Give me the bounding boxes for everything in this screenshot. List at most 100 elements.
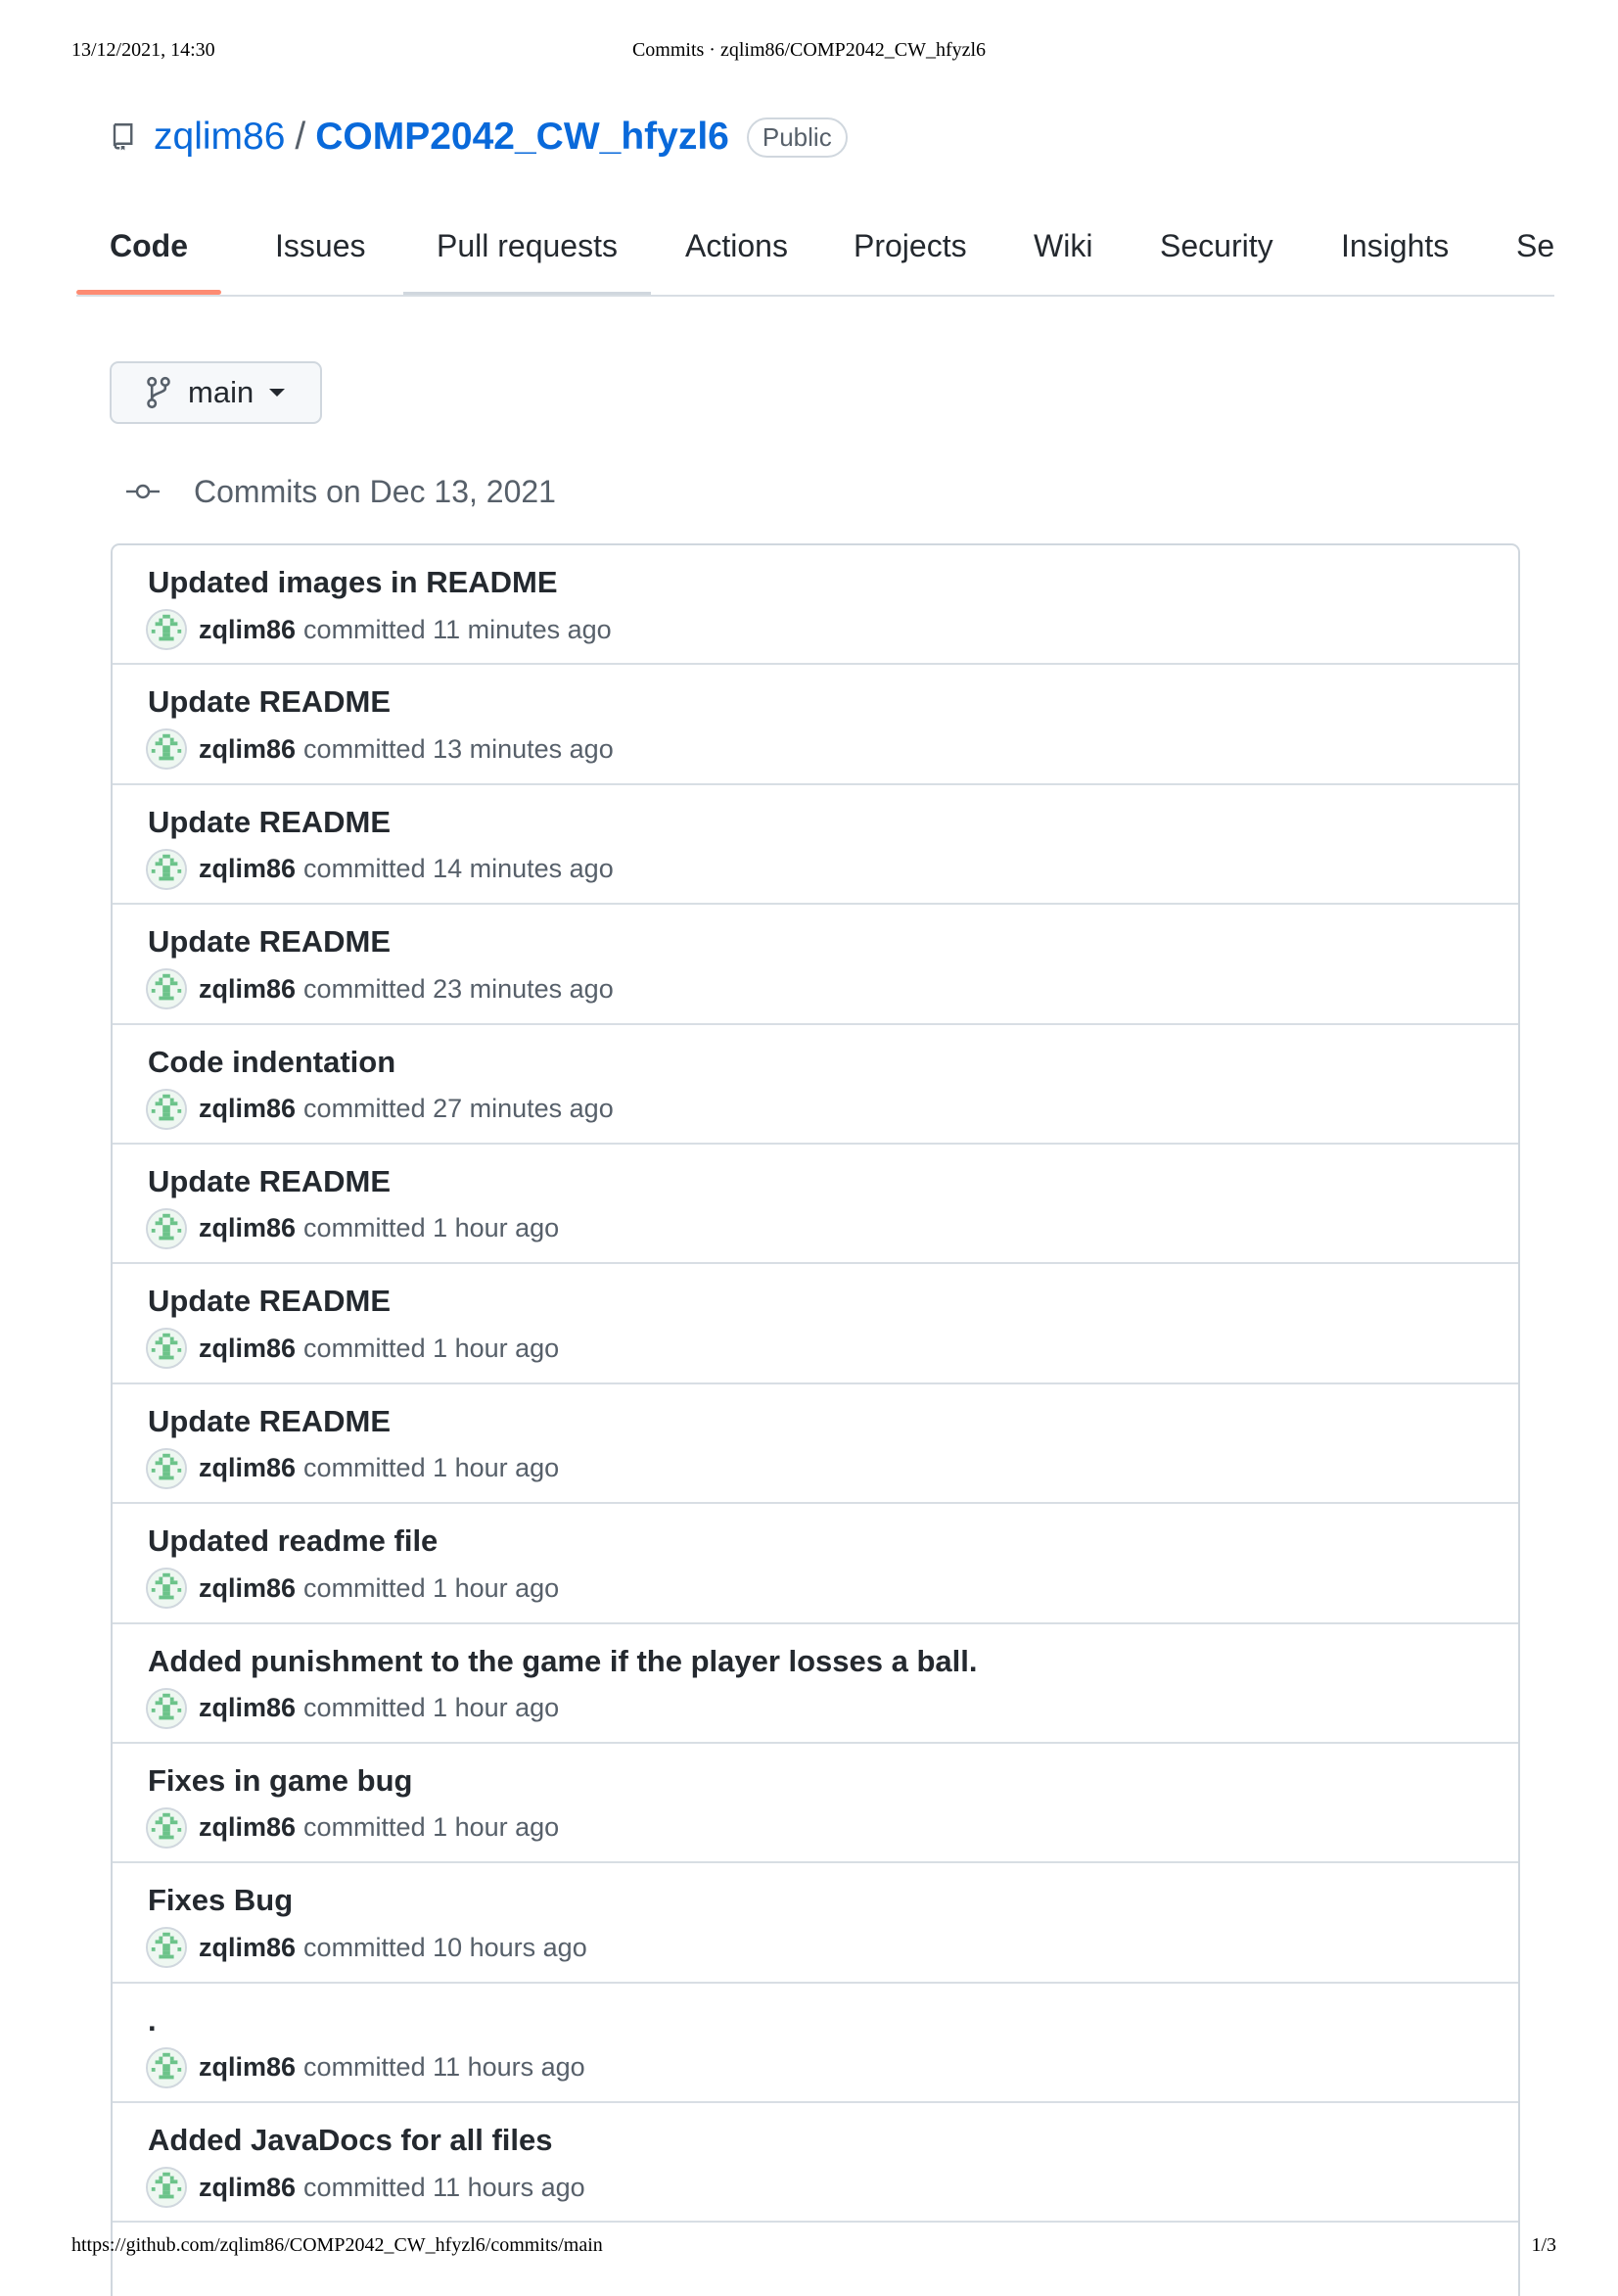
tab-wiki[interactable]: Wiki — [1000, 211, 1126, 281]
commit-author-link[interactable]: zqlim86 — [199, 2173, 296, 2203]
commit-author-link[interactable]: zqlim86 — [199, 1213, 296, 1243]
tab-projects[interactable]: Projects — [820, 211, 1000, 281]
commit-meta: zqlim86 committed 1 hour ago — [146, 1207, 559, 1250]
commit-title-link[interactable]: Update README — [148, 924, 391, 960]
commit-row: Update README zqlim86 committed 1 hour ago — [113, 1264, 1518, 1384]
commit-time-text: committed 1 hour ago — [303, 1693, 560, 1723]
commit-time-text: committed 11 hours ago — [303, 2172, 585, 2202]
commit-row: Update README zqlim86 committed 1 hour ago — [113, 1384, 1518, 1505]
commit-title-link[interactable]: Update README — [148, 1404, 391, 1439]
commit-meta: zqlim86 committed 1 hour ago — [146, 1447, 559, 1490]
commit-row: Fixes in game bug zqlim86 committed 1 hour… — [113, 1744, 1518, 1864]
commit-meta: zqlim86 committed 11 minutes ago — [146, 608, 612, 651]
commit-title-link[interactable]: Update README — [148, 684, 391, 720]
commit-meta: zqlim86 committed 27 minutes ago — [146, 1088, 614, 1131]
repo-nav-tabs: Code Issues Pull requests Actions Projec… — [76, 211, 1618, 297]
commit-author-link[interactable]: zqlim86 — [199, 1573, 296, 1604]
commit-author-link[interactable]: zqlim86 — [199, 1453, 296, 1483]
commit-meta: zqlim86 committed 10 hours ago — [146, 1926, 587, 1969]
commit-title-link[interactable]: Fixes Bug — [148, 1883, 293, 1918]
avatar[interactable] — [146, 1207, 187, 1249]
commit-time-text: committed 1 hour ago — [303, 1213, 560, 1243]
commit-title-link[interactable]: Fixes in game bug — [148, 1763, 412, 1799]
commit-title-link[interactable]: Added JavaDocs for all files — [148, 2123, 552, 2158]
commit-row: Added JavaDocs for all files zqlim86 commi… — [113, 2103, 1518, 2224]
branch-select-button[interactable]: main — [110, 361, 322, 424]
commit-time-text: committed 10 hours ago — [303, 1932, 587, 1962]
avatar[interactable] — [146, 728, 187, 771]
commit-author-link[interactable]: zqlim86 — [199, 1812, 296, 1843]
avatar[interactable] — [146, 609, 187, 650]
avatar[interactable] — [146, 1447, 187, 1489]
commit-time-text: committed 1 hour ago — [303, 1812, 560, 1843]
commit-meta: zqlim86 committed 13 minutes ago — [146, 727, 614, 771]
commit-title-link[interactable]: Updated images in README — [148, 565, 558, 600]
commit-list: Updated images in README zqlim86 committed… — [111, 543, 1520, 2296]
commit-author-link[interactable]: zqlim86 — [199, 615, 296, 645]
avatar[interactable] — [146, 1806, 187, 1849]
commit-title-link[interactable]: Code indentation — [148, 1045, 395, 1080]
commit-author-link[interactable]: zqlim86 — [199, 974, 296, 1005]
commit-time-text: committed 11 hours ago — [303, 2052, 585, 2083]
tab-pull-requests[interactable]: Pull requests — [403, 211, 651, 295]
git-branch-icon — [147, 376, 170, 409]
commit-meta: zqlim86 committed 11 hours ago — [146, 2046, 585, 2089]
commit-time-text: committed 14 minutes ago — [303, 854, 614, 884]
commit-meta: zqlim86 committed 1 hour ago — [146, 1687, 559, 1730]
commit-row: Update README zqlim86 committed 13 minutes… — [113, 665, 1518, 785]
commit-row: Code indentation zqlim86 committed 27 minu… — [113, 1025, 1518, 1145]
avatar[interactable] — [146, 2046, 187, 2088]
commit-time-text: committed 11 minutes ago — [303, 614, 612, 644]
commit-author-link[interactable]: zqlim86 — [199, 1933, 296, 1963]
commit-title-link[interactable]: Updated readme file — [148, 1523, 438, 1559]
commit-row: Updated images in README zqlim86 committed… — [113, 545, 1518, 666]
avatar[interactable] — [146, 1088, 187, 1130]
repo-icon — [113, 123, 133, 151]
commit-title-link[interactable]: . — [148, 2003, 157, 2038]
repo-name-link[interactable]: COMP2042_CW_hfyzl6 — [315, 116, 729, 159]
commit-meta: zqlim86 committed 1 hour ago — [146, 1327, 559, 1370]
commit-title-link[interactable]: Update README — [148, 805, 391, 840]
repo-separator: / — [295, 116, 306, 158]
avatar[interactable] — [146, 1927, 187, 1969]
print-page-title: Commits · zqlim86/COMP2042_CW_hfyzl6 — [631, 39, 987, 61]
tab-issues[interactable]: Issues — [242, 211, 398, 281]
commits-date-heading: Commits on Dec 13, 2021 — [125, 468, 556, 515]
commit-meta: zqlim86 committed 14 minutes ago — [146, 848, 614, 891]
commit-row: Updated readme file zqlim86 committed 1 ho… — [113, 1504, 1518, 1624]
commit-author-link[interactable]: zqlim86 — [199, 2052, 296, 2083]
avatar[interactable] — [146, 848, 187, 890]
tab-actions[interactable]: Actions — [652, 211, 821, 281]
tab-insights[interactable]: Insights — [1308, 211, 1482, 281]
tab-code[interactable]: Code — [76, 211, 221, 295]
commit-meta: zqlim86 committed 23 minutes ago — [146, 967, 614, 1010]
commits-date-label: Commits on Dec 13, 2021 — [194, 473, 556, 509]
commit-row: . zqlim86 committed 11 hours ago — [113, 1984, 1518, 2104]
repo-owner-link[interactable]: zqlim86 — [154, 116, 285, 159]
tabs-overflow-clip — [1554, 211, 1618, 295]
repo-header: zqlim86 / COMP2042_CW_hfyzl6 Public — [111, 110, 848, 164]
avatar[interactable] — [146, 2167, 187, 2209]
commit-time-text: committed 23 minutes ago — [303, 973, 614, 1004]
avatar[interactable] — [146, 1568, 187, 1610]
commit-author-link[interactable]: zqlim86 — [199, 1334, 296, 1364]
commit-title-link[interactable]: Added punishment to the game if the play… — [148, 1644, 978, 1679]
commit-title-link[interactable]: Update README — [148, 1164, 391, 1199]
chevron-down-icon — [269, 389, 286, 397]
avatar[interactable] — [146, 1687, 187, 1729]
commit-author-link[interactable]: zqlim86 — [199, 1693, 296, 1723]
print-page-number: 1/3 — [1531, 2234, 1556, 2256]
commit-author-link[interactable]: zqlim86 — [199, 734, 296, 765]
commit-row: Update README zqlim86 committed 1 hour ago — [113, 1145, 1518, 1265]
tab-security[interactable]: Security — [1127, 211, 1307, 281]
avatar[interactable] — [146, 1328, 187, 1370]
commit-author-link[interactable]: zqlim86 — [199, 1094, 296, 1124]
commit-time-text: committed 13 minutes ago — [303, 733, 614, 764]
commit-author-link[interactable]: zqlim86 — [199, 854, 296, 884]
commit-title-link[interactable]: Update README — [148, 1284, 391, 1319]
commit-meta: zqlim86 committed 11 hours ago — [146, 2166, 585, 2209]
visibility-badge: Public — [746, 117, 848, 158]
commit-time-text: committed 1 hour ago — [303, 1333, 560, 1363]
avatar[interactable] — [146, 968, 187, 1010]
commit-row: Added punishment to the game if the play… — [113, 1624, 1518, 1744]
